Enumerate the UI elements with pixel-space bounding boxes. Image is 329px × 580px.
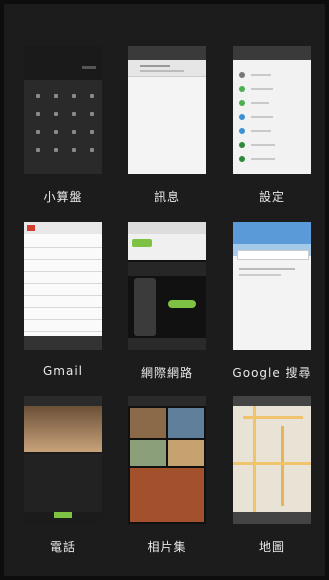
- app-label-maps: 地圖: [258, 540, 285, 554]
- browser-thumbnail: [128, 222, 206, 350]
- messages-thumbnail: [128, 46, 206, 174]
- app-label-gallery: 相片集: [147, 540, 187, 554]
- app-label-calculator: 小算盤: [43, 190, 83, 204]
- recent-apps-panel: 小算盤 訊息 設定 Gmail 網際網路 Google 搜尋 電話 相片集 地圖: [4, 4, 325, 576]
- gallery-thumbnail: [128, 396, 206, 524]
- google-search-thumbnail: [233, 222, 311, 350]
- maps-thumbnail: [233, 396, 311, 524]
- app-label-gmail: Gmail: [42, 364, 83, 378]
- app-label-messages: 訊息: [153, 190, 180, 204]
- app-label-settings: 設定: [258, 190, 285, 204]
- gmail-thumbnail: [24, 222, 102, 350]
- phone-thumbnail: [24, 396, 102, 524]
- app-label-browser: 網際網路: [140, 366, 193, 380]
- calculator-display: [24, 46, 102, 80]
- settings-thumbnail: [233, 46, 311, 174]
- calculator-thumbnail: [24, 46, 102, 174]
- app-label-google-search: Google 搜尋: [232, 366, 312, 380]
- app-label-phone: 電話: [49, 540, 76, 554]
